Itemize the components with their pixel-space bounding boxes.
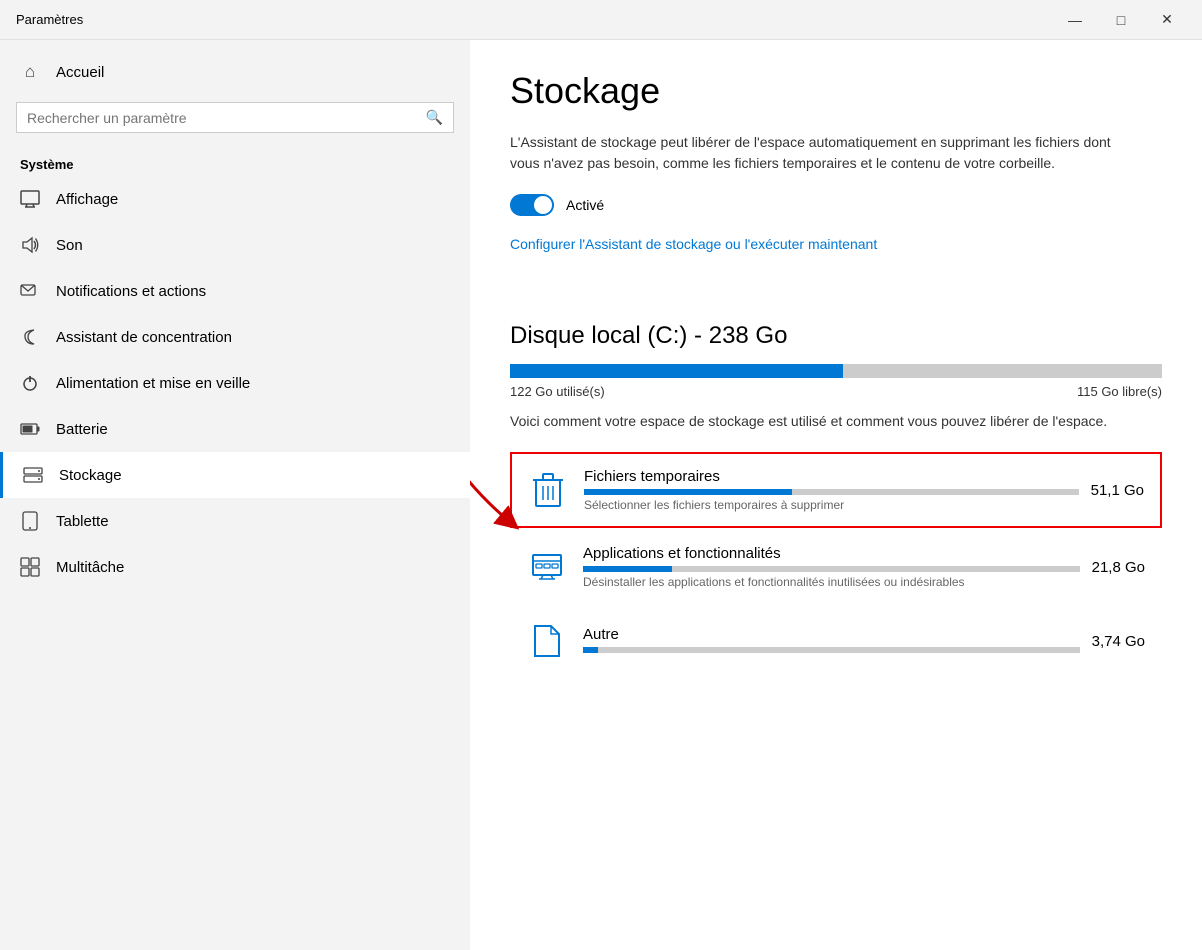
- titlebar-controls: — □ ✕: [1052, 4, 1190, 36]
- temp-files-bar-fill: [584, 489, 792, 495]
- son-label: Son: [56, 237, 83, 254]
- tablette-label: Tablette: [56, 513, 109, 530]
- tablet-icon: [20, 511, 40, 531]
- batterie-label: Batterie: [56, 421, 108, 438]
- storage-bar-used: [510, 364, 843, 378]
- stockage-label: Stockage: [59, 467, 122, 484]
- temp-files-sub: Sélectionner les fichiers temporaires à …: [584, 498, 1079, 512]
- multitask-icon: [20, 557, 40, 577]
- apps-sub: Désinstaller les applications et fonctio…: [583, 575, 1080, 589]
- sidebar-item-multitache[interactable]: Multitâche: [0, 544, 470, 590]
- storage-stats: 122 Go utilisé(s) 115 Go libre(s): [510, 384, 1162, 399]
- power-icon: [20, 373, 40, 393]
- apps-name: Applications et fonctionnalités: [583, 545, 1080, 562]
- autre-icon: [527, 621, 567, 661]
- main-container: ⌂ Accueil 🔍 Système Affichage: [0, 40, 1202, 950]
- search-box[interactable]: 🔍: [16, 102, 454, 133]
- toggle-thumb: [534, 196, 552, 214]
- notifications-label: Notifications et actions: [56, 283, 206, 300]
- temp-files-name: Fichiers temporaires: [584, 468, 1079, 485]
- affichage-label: Affichage: [56, 191, 118, 208]
- sidebar: ⌂ Accueil 🔍 Système Affichage: [0, 40, 470, 950]
- apps-icon: [527, 547, 567, 587]
- used-label: 122 Go utilisé(s): [510, 384, 605, 399]
- home-icon: ⌂: [20, 62, 40, 82]
- monitor-icon: [20, 189, 40, 209]
- storage-desc: Voici comment votre espace de stockage e…: [510, 411, 1130, 432]
- apps-bar: [583, 566, 1080, 572]
- moon-icon: [20, 327, 40, 347]
- disk-title: Disque local (C:) - 238 Go: [510, 322, 1162, 350]
- autre-bar: [583, 647, 1080, 653]
- concentration-label: Assistant de concentration: [56, 329, 232, 346]
- notif-icon: [20, 281, 40, 301]
- autre-bar-fill: [583, 647, 598, 653]
- sidebar-item-tablette[interactable]: Tablette: [0, 498, 470, 544]
- minimize-button[interactable]: —: [1052, 4, 1098, 36]
- battery-icon: [20, 419, 40, 439]
- page-title: Stockage: [510, 70, 1162, 112]
- search-input[interactable]: [27, 110, 418, 126]
- sidebar-home-label: Accueil: [56, 64, 104, 81]
- multitache-label: Multitâche: [56, 559, 124, 576]
- storage-item-autre[interactable]: Autre 3,74 Go: [510, 606, 1162, 676]
- search-icon: 🔍: [426, 109, 443, 126]
- temp-files-info: Fichiers temporaires Sélectionner les fi…: [584, 468, 1079, 512]
- autre-size: 3,74 Go: [1092, 633, 1145, 650]
- storage-assistant-toggle[interactable]: [510, 194, 554, 216]
- sidebar-item-affichage[interactable]: Affichage: [0, 176, 470, 222]
- storage-bar: [510, 364, 1162, 378]
- sidebar-item-stockage[interactable]: Stockage: [0, 452, 470, 498]
- autre-info: Autre: [583, 626, 1080, 656]
- toggle-row: Activé: [510, 194, 1162, 216]
- storage-icon: [23, 465, 43, 485]
- config-link[interactable]: Configurer l'Assistant de stockage ou l'…: [510, 236, 877, 252]
- storage-items-container: Fichiers temporaires Sélectionner les fi…: [510, 452, 1162, 676]
- sidebar-item-home[interactable]: ⌂ Accueil: [0, 50, 470, 94]
- storage-item-temp[interactable]: Fichiers temporaires Sélectionner les fi…: [510, 452, 1162, 528]
- temp-files-size: 51,1 Go: [1091, 482, 1144, 499]
- storage-description: L'Assistant de stockage peut libérer de …: [510, 132, 1130, 174]
- maximize-button[interactable]: □: [1098, 4, 1144, 36]
- free-label: 115 Go libre(s): [1077, 384, 1162, 399]
- toggle-label: Activé: [566, 197, 604, 213]
- sidebar-item-batterie[interactable]: Batterie: [0, 406, 470, 452]
- section-label: Système: [0, 149, 470, 176]
- close-button[interactable]: ✕: [1144, 4, 1190, 36]
- apps-info: Applications et fonctionnalités Désinsta…: [583, 545, 1080, 589]
- titlebar: Paramètres — □ ✕: [0, 0, 1202, 40]
- alimentation-label: Alimentation et mise en veille: [56, 375, 250, 392]
- apps-size: 21,8 Go: [1092, 559, 1145, 576]
- trash-icon: [528, 470, 568, 510]
- sidebar-item-concentration[interactable]: Assistant de concentration: [0, 314, 470, 360]
- sound-icon: [20, 235, 40, 255]
- sidebar-item-son[interactable]: Son: [0, 222, 470, 268]
- storage-bar-container: [510, 364, 1162, 378]
- temp-files-bar: [584, 489, 1079, 495]
- autre-name: Autre: [583, 626, 1080, 643]
- sidebar-item-alimentation[interactable]: Alimentation et mise en veille: [0, 360, 470, 406]
- sidebar-item-notifications[interactable]: Notifications et actions: [0, 268, 470, 314]
- content-area: Stockage L'Assistant de stockage peut li…: [470, 40, 1202, 950]
- titlebar-title: Paramètres: [16, 12, 83, 27]
- storage-item-apps[interactable]: Applications et fonctionnalités Désinsta…: [510, 530, 1162, 604]
- apps-bar-fill: [583, 566, 672, 572]
